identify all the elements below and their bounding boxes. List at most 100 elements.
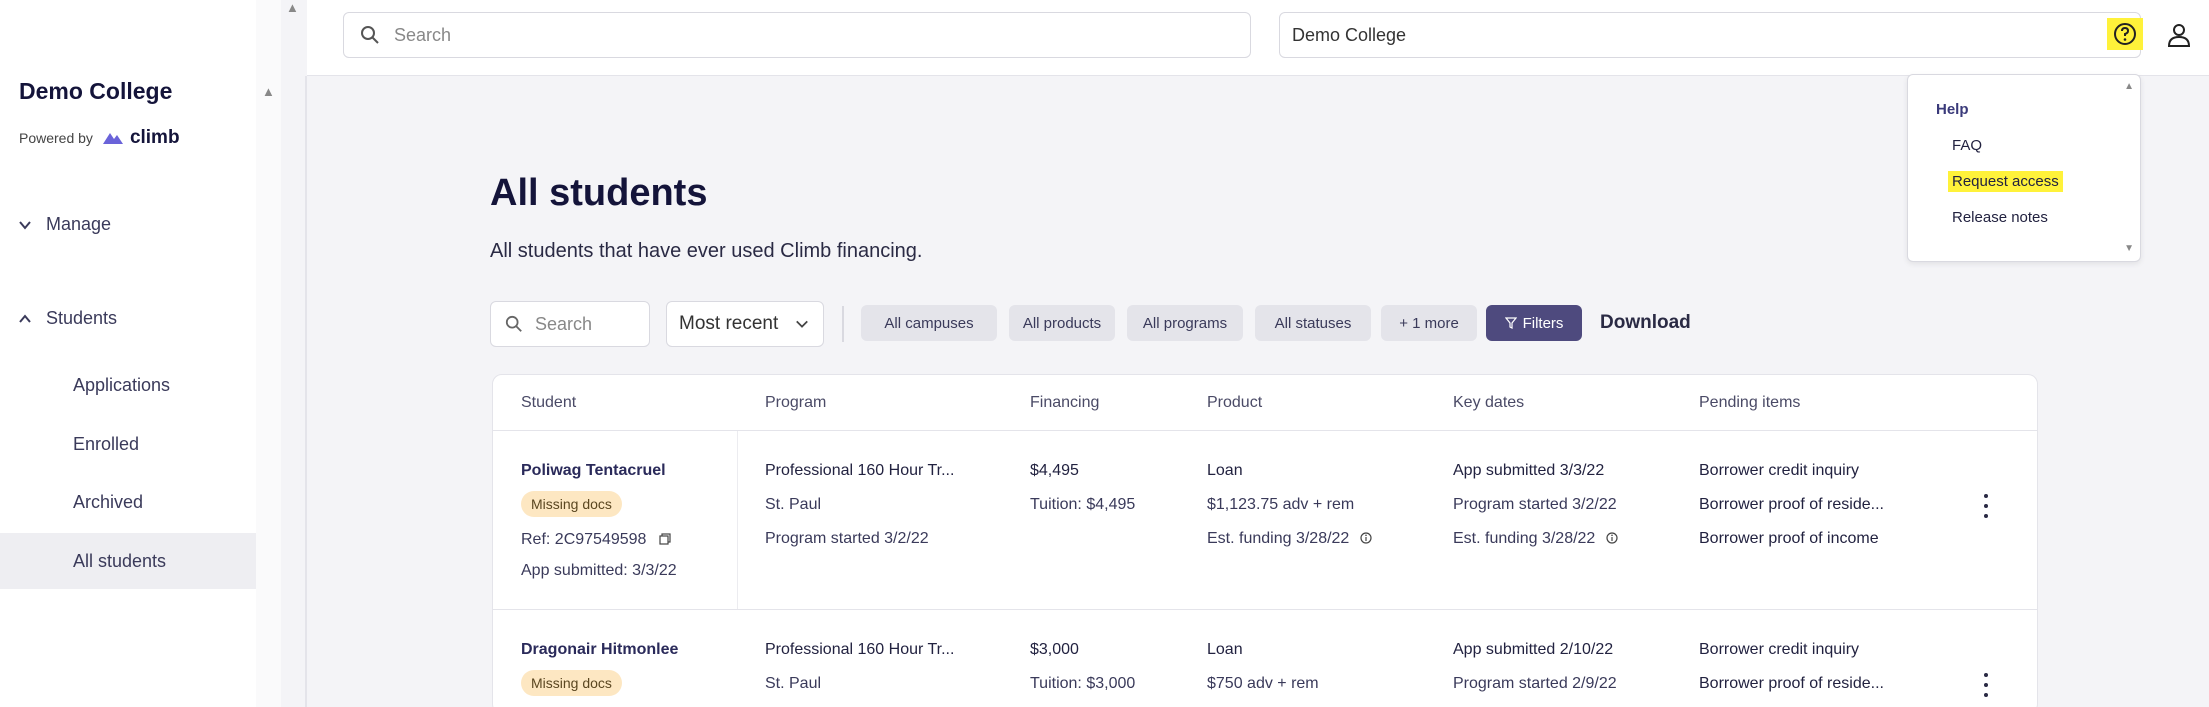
student-search-input[interactable] [535, 313, 635, 335]
chip-more[interactable]: + 1 more [1381, 305, 1477, 341]
product-detail: $1,123.75 adv + rem [1207, 496, 1355, 513]
powered-by: Powered by climb [19, 127, 180, 149]
info-icon[interactable] [1360, 532, 1372, 544]
student-search[interactable] [490, 301, 650, 347]
sidebar-item-archived[interactable]: Archived [0, 474, 256, 530]
brand-name: Demo College [19, 78, 173, 104]
chip-all-campuses[interactable]: All campuses [861, 305, 997, 341]
filter-icon [1504, 317, 1517, 329]
column-separator [737, 431, 738, 609]
column-header-financing[interactable]: Financing [1030, 394, 1099, 412]
status-badge: Missing docs [521, 491, 622, 517]
sidebar-item-label: All students [73, 550, 167, 571]
scroll-up-icon[interactable]: ▲ [262, 84, 275, 99]
pending-item: Borrower credit inquiry [1699, 462, 1860, 479]
tuition: Tuition: $4,495 [1030, 496, 1136, 513]
download-button[interactable]: Download [1600, 312, 1691, 334]
est-funding: Est. funding 3/28/22 [1207, 530, 1372, 548]
copy-icon[interactable] [659, 533, 671, 545]
key-date: Program started 3/2/22 [1453, 496, 1617, 513]
column-header-student[interactable]: Student [521, 394, 576, 412]
page-title: All students [490, 172, 708, 214]
global-search-input[interactable] [394, 24, 1194, 46]
college-select[interactable]: Demo College [1279, 12, 2141, 58]
sort-select[interactable]: Most recent [666, 301, 824, 347]
climb-logo-icon [102, 133, 123, 144]
help-button[interactable] [2107, 18, 2143, 50]
key-date: Program started 2/9/22 [1453, 675, 1617, 692]
student-ref: Ref: 2C97549598 [521, 531, 671, 549]
student-name[interactable]: Poliwag Tentacruel [521, 462, 666, 480]
chip-all-programs[interactable]: All programs [1127, 305, 1243, 341]
product-type: Loan [1207, 641, 1243, 658]
program-name: Professional 160 Hour Tr... [765, 641, 955, 658]
pending-item: Borrower proof of reside... [1699, 496, 1884, 513]
sidebar-item-label: Enrolled [73, 433, 140, 454]
sidebar-item-applications[interactable]: Applications [0, 357, 256, 413]
chevron-down-icon [796, 320, 808, 328]
column-header-key-dates[interactable]: Key dates [1453, 394, 1524, 412]
row-actions-icon[interactable] [1976, 673, 1996, 697]
row-actions-icon[interactable] [1976, 494, 1996, 518]
pending-item: Borrower proof of income [1699, 530, 1879, 547]
sidebar: Demo College Powered by climb Manage Stu… [0, 0, 256, 707]
sidebar-item-label: Archived [73, 491, 144, 512]
campus: St. Paul [765, 496, 822, 513]
table-header-divider [492, 430, 2038, 431]
user-menu-button[interactable] [2165, 20, 2193, 50]
status-badge: Missing docs [521, 670, 622, 696]
page-subtitle: All students that have ever used Climb f… [490, 240, 923, 262]
global-search[interactable] [343, 12, 1251, 58]
program-started: Program started 3/2/22 [765, 530, 929, 547]
powered-by-label: Powered by [19, 130, 93, 146]
financing-amount: $4,495 [1030, 462, 1079, 479]
info-icon[interactable] [1606, 532, 1618, 544]
search-icon [361, 26, 379, 44]
user-icon [2167, 24, 2191, 47]
nav-section-label: Students [46, 308, 118, 328]
content-divider [305, 76, 307, 707]
financing-amount: $3,000 [1030, 641, 1079, 658]
nav-section-label: Manage [46, 214, 112, 234]
climb-logo: climb [101, 127, 180, 149]
toolbar-divider [842, 306, 844, 342]
chip-all-products[interactable]: All products [1009, 305, 1115, 341]
help-item-release-notes[interactable]: Release notes [1952, 209, 2048, 226]
search-icon [505, 315, 522, 332]
scroll-up-icon[interactable]: ▲ [286, 0, 299, 15]
key-date-est-funding: Est. funding 3/28/22 [1453, 530, 1618, 548]
column-header-program[interactable]: Program [765, 394, 826, 412]
est-funding-text: Est. funding 3/28/22 [1207, 530, 1350, 547]
chevron-down-icon [19, 220, 31, 230]
college-select-value: Demo College [1292, 24, 1407, 45]
sidebar-item-all-students[interactable]: All students [0, 533, 256, 589]
student-name[interactable]: Dragonair Hitmonlee [521, 641, 678, 659]
sidebar-scrollbar[interactable]: ▲ [256, 0, 281, 707]
help-dropdown: Help FAQ Request access Release notes ▲ … [1907, 74, 2141, 262]
chip-all-statuses[interactable]: All statuses [1255, 305, 1371, 341]
scroll-down-icon[interactable]: ▼ [2124, 243, 2134, 254]
nav-section-manage[interactable]: Manage [18, 214, 111, 235]
help-circle-icon [2114, 23, 2136, 45]
pending-item: Borrower credit inquiry [1699, 641, 1860, 658]
sidebar-item-enrolled[interactable]: Enrolled [0, 416, 256, 472]
nav-section-students[interactable]: Students [18, 308, 117, 329]
filters-button[interactable]: Filters [1486, 305, 1582, 341]
campus: St. Paul [765, 675, 822, 692]
tuition: Tuition: $3,000 [1030, 675, 1136, 692]
climb-logo-text: climb [129, 127, 180, 148]
top-bar: Demo College [307, 0, 2209, 76]
scroll-up-icon[interactable]: ▲ [2124, 81, 2134, 92]
row-divider [492, 609, 2038, 610]
key-date: App submitted 3/3/22 [1453, 462, 1605, 479]
column-header-pending-items[interactable]: Pending items [1699, 394, 1800, 412]
help-item-faq[interactable]: FAQ [1952, 137, 1982, 154]
student-ref-text: Ref: 2C97549598 [521, 531, 647, 548]
product-detail: $750 adv + rem [1207, 675, 1319, 692]
chevron-up-icon [19, 313, 31, 323]
help-item-request-access[interactable]: Request access [1948, 171, 2063, 192]
column-header-product[interactable]: Product [1207, 394, 1262, 412]
pending-item: Borrower proof of reside... [1699, 675, 1884, 692]
sort-select-value: Most recent [679, 313, 779, 334]
app-submitted: App submitted: 3/3/22 [521, 562, 677, 579]
